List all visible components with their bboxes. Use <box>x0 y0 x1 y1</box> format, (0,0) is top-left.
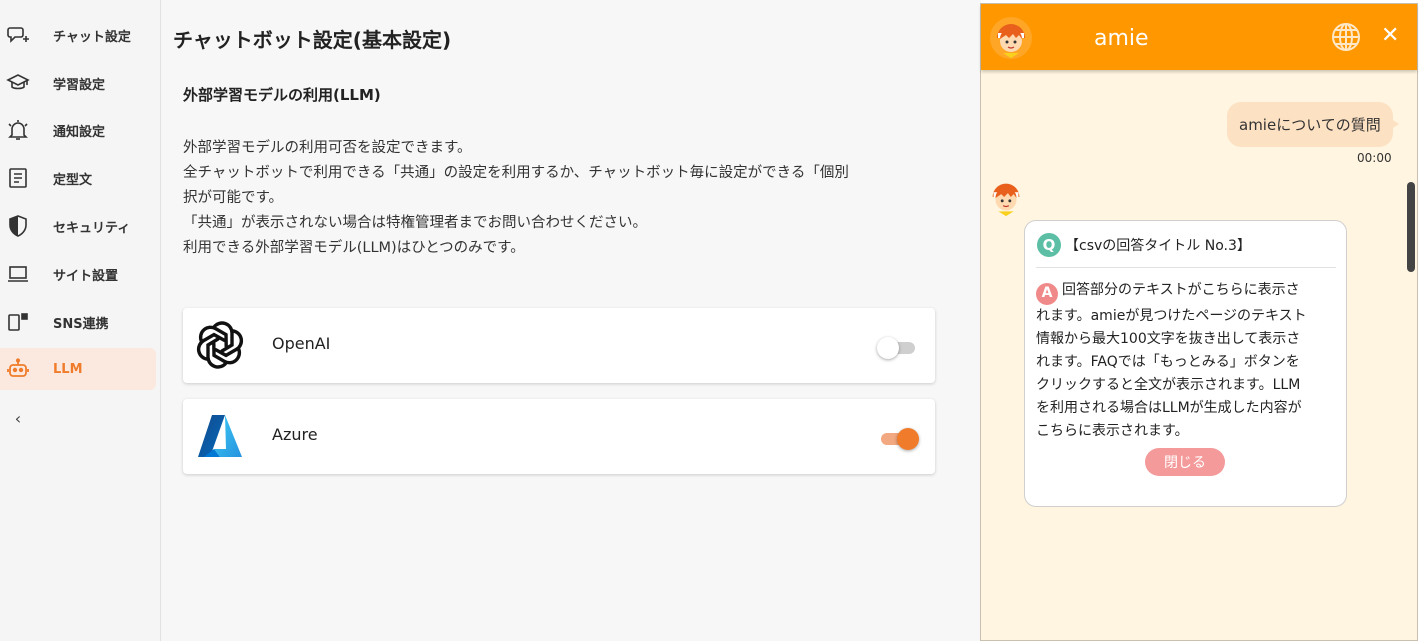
close-answer-button[interactable]: 閉じる <box>1145 448 1225 476</box>
sidebar-item-label: 学習設定 <box>53 77 106 93</box>
answer-line: 情報から最大100文字を抜き出して表示さ <box>1036 330 1301 347</box>
answer-line: クリックすると全文が表示されます。LLM <box>1036 376 1301 393</box>
sidebar-item-label: 通知設定 <box>53 124 106 140</box>
graduation-cap-icon <box>6 71 30 95</box>
sidebar: チャット設定 学習設定 通知設定 定型文 セキュリティ サイト設置 SNS連携 … <box>0 0 161 641</box>
sidebar-item-templates[interactable]: 定型文 <box>0 157 156 199</box>
chevron-left-icon[interactable]: ‹ <box>10 406 26 430</box>
answer-line-text: 回答部分のテキストがこちらに表示さ <box>1062 282 1300 298</box>
divider <box>1036 267 1336 268</box>
answer-line: A 回答部分のテキストがこちらに表示さ <box>1036 279 1336 305</box>
chat-header: amie ✕ <box>981 4 1417 70</box>
toggle-knob <box>877 337 899 359</box>
azure-logo-icon <box>191 407 249 465</box>
answer-line: こちらに表示されます。 <box>1036 422 1189 439</box>
model-name: OpenAI <box>272 334 331 353</box>
model-name: Azure <box>272 425 318 444</box>
description-line: 「共通」が表示されない場合は特権管理者までお問い合わせください。 <box>183 215 647 231</box>
sidebar-item-label: SNS連携 <box>53 316 109 332</box>
bot-avatar-icon <box>989 16 1033 60</box>
sidebar-item-label: チャット設定 <box>53 29 131 45</box>
bubble-tail <box>1387 116 1399 132</box>
sidebar-item-sns[interactable]: SNS連携 <box>0 301 156 343</box>
sns-icon <box>6 310 30 334</box>
robot-icon <box>6 357 30 381</box>
description-line: 全チャットボットで利用できる「共通」の設定を利用するか、チャットボット毎に設定が… <box>183 165 849 181</box>
chat-settings-icon <box>6 23 30 47</box>
question-line: Q 【csvの回答タイトル No.3】 <box>1037 233 1251 257</box>
sidebar-item-label: セキュリティ <box>53 220 131 236</box>
question-badge: Q <box>1037 233 1061 257</box>
message-time: 00:00 <box>1357 151 1392 165</box>
sidebar-item-llm[interactable]: LLM <box>0 348 156 390</box>
user-message-bubble: amieについての質問 <box>1227 102 1393 147</box>
model-card-azure: Azure <box>183 399 935 474</box>
answer-line: れます。amieが見つけたページのテキスト <box>1036 307 1307 324</box>
shield-icon <box>6 214 30 238</box>
description-line: 択が可能です。 <box>183 190 284 206</box>
section-title: 外部学習モデルの利用(LLM) <box>183 86 381 104</box>
question-title: 【csvの回答タイトル No.3】 <box>1065 238 1251 254</box>
description-line: 利用できる外部学習モデル(LLM)はひとつのみです。 <box>183 240 525 256</box>
answer-card: Q 【csvの回答タイトル No.3】 A 回答部分のテキストがこちらに表示さ れ… <box>1024 220 1347 507</box>
openai-toggle[interactable] <box>877 336 919 359</box>
sidebar-item-chat-settings[interactable]: チャット設定 <box>0 14 156 56</box>
openai-logo-icon <box>191 316 249 374</box>
sidebar-item-label: 定型文 <box>53 172 93 188</box>
sidebar-item-site-install[interactable]: サイト設置 <box>0 253 156 295</box>
sidebar-item-notification-settings[interactable]: 通知設定 <box>0 109 156 151</box>
model-card-openai: OpenAI <box>183 308 935 383</box>
chat-widget: amie ✕ amieについての質問 00:00 Q 【csvの回答タイトル N… <box>980 3 1418 641</box>
close-icon[interactable]: ✕ <box>1381 24 1399 48</box>
answer-badge: A <box>1036 282 1058 305</box>
description: 外部学習モデルの利用可否を設定できます。 全チャットボットで利用できる「共通」の… <box>183 136 981 261</box>
document-icon <box>6 166 30 190</box>
main-content: チャットボット設定(基本設定) 外部学習モデルの利用(LLM) 外部学習モデルの… <box>161 0 981 641</box>
globe-icon[interactable] <box>1331 22 1361 52</box>
laptop-icon <box>6 262 30 286</box>
sidebar-item-label: LLM <box>53 361 83 377</box>
answer-line: れます。FAQでは「もっとみる」ボタンを <box>1036 353 1300 370</box>
sidebar-item-security[interactable]: セキュリティ <box>0 205 156 247</box>
chat-scrollbar[interactable] <box>1407 182 1415 272</box>
bell-icon <box>6 118 30 142</box>
answer-line: を利用される場合はLLMが生成した内容が <box>1036 399 1302 416</box>
description-line: 外部学習モデルの利用可否を設定できます。 <box>183 140 472 156</box>
sidebar-item-learning-settings[interactable]: 学習設定 <box>0 62 156 104</box>
bot-avatar-icon <box>985 176 1027 218</box>
page-title: チャットボット設定(基本設定) <box>173 28 452 52</box>
toggle-knob <box>897 428 919 450</box>
answer-text: A 回答部分のテキストがこちらに表示さ れます。amieが見つけたページのテキスト… <box>1036 279 1336 443</box>
sidebar-item-label: サイト設置 <box>53 268 119 284</box>
chat-title: amie <box>1094 26 1149 51</box>
azure-toggle[interactable] <box>881 427 919 450</box>
